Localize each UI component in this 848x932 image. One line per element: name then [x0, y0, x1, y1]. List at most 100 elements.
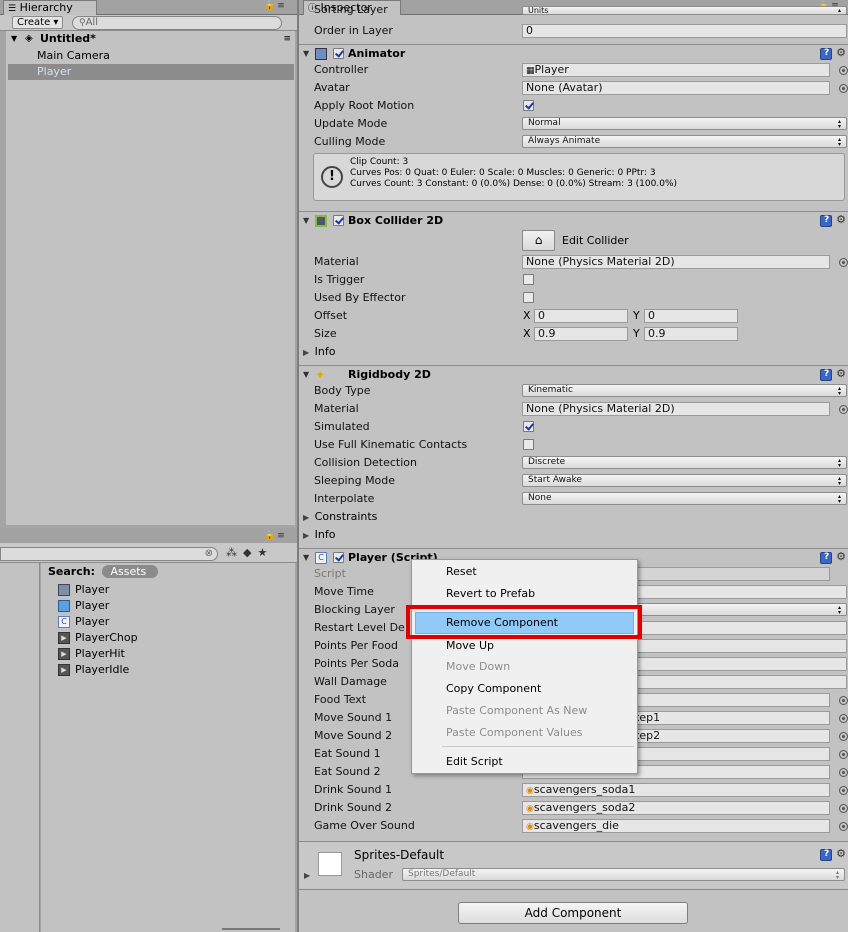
help-icon[interactable]	[820, 215, 832, 227]
body-type-dropdown[interactable]: Kinematic	[522, 384, 847, 397]
drink-sound-2-field[interactable]: ◉scavengers_soda2	[522, 801, 830, 815]
edit-collider-button[interactable]: ⌂	[522, 230, 555, 251]
offset-x-field[interactable]: 0	[534, 309, 628, 323]
box-collider-title: Box Collider 2D	[348, 214, 444, 227]
collision-detection-dropdown[interactable]: Discrete	[522, 456, 847, 469]
filter-label-icon[interactable]: ◆	[243, 546, 257, 559]
rigidbody-info-foldout[interactable]: ▶ Info	[303, 526, 335, 545]
asset-playerhit-clip[interactable]: ▶ PlayerHit	[58, 646, 125, 662]
gear-icon[interactable]: ⚙	[836, 213, 846, 226]
gear-icon[interactable]: ⚙	[836, 367, 846, 380]
fold-right-icon[interactable]: ▶	[304, 871, 310, 880]
menu-item-revert-to-prefab[interactable]: Revert to Prefab	[446, 586, 535, 602]
full-kinematic-checkbox[interactable]	[523, 439, 534, 450]
asset-player-prefab[interactable]: Player	[58, 598, 109, 614]
eat-sound-2-label: Eat Sound 2	[314, 765, 381, 778]
object-picker-icon[interactable]	[839, 84, 848, 93]
controller-field[interactable]: ▦Player	[522, 63, 830, 77]
tab-hierarchy[interactable]: ☰ Hierarchy	[3, 0, 97, 15]
update-mode-dropdown[interactable]: Normal	[522, 117, 847, 130]
gear-icon[interactable]: ⚙	[836, 847, 846, 860]
fold-down-icon[interactable]: ▼	[11, 31, 17, 47]
clear-search-icon[interactable]: ⊗	[205, 548, 213, 560]
material-name: Sprites-Default	[354, 848, 445, 862]
drink-sound-1-field[interactable]: ◉scavengers_soda1	[522, 783, 830, 797]
hierarchy-item-main-camera[interactable]: Main Camera	[8, 48, 294, 64]
hierarchy-search-input[interactable]: ⚲All	[72, 16, 282, 30]
project-filter-icons[interactable]: ⁂◆★	[226, 546, 273, 559]
animator-header[interactable]: ▼ Animator ⚙	[299, 44, 848, 62]
object-picker-icon[interactable]	[839, 405, 848, 414]
scene-row[interactable]: ▼ ◈ Untitled* ≡	[8, 31, 294, 47]
fold-down-icon[interactable]: ▼	[303, 549, 309, 567]
rb-material-field[interactable]: None (Physics Material 2D)	[522, 402, 830, 416]
asset-player-script[interactable]: C Player	[58, 614, 109, 630]
offset-y-field[interactable]: 0	[644, 309, 738, 323]
object-picker-icon[interactable]	[839, 822, 848, 831]
help-icon[interactable]	[820, 369, 832, 381]
help-icon[interactable]	[820, 48, 832, 60]
fold-right-icon: ▶	[303, 531, 310, 540]
create-button[interactable]: Create ▾	[12, 16, 64, 29]
object-picker-icon[interactable]	[839, 696, 848, 705]
menu-item-move-up[interactable]: Move Up	[446, 638, 494, 654]
scene-menu-icon[interactable]: ≡	[283, 31, 291, 47]
menu-item-copy-component[interactable]: Copy Component	[446, 681, 541, 697]
player-script-enabled-checkbox[interactable]	[333, 552, 344, 563]
object-picker-icon[interactable]	[839, 258, 848, 267]
add-component-button[interactable]: Add Component	[458, 902, 688, 924]
constraints-foldout[interactable]: ▶ Constraints	[303, 508, 377, 527]
fold-down-icon[interactable]: ▼	[303, 366, 309, 384]
used-by-effector-checkbox[interactable]	[523, 292, 534, 303]
interpolate-label: Interpolate	[314, 492, 375, 505]
zoom-slider[interactable]	[222, 928, 280, 930]
project-folder-tree	[0, 563, 40, 932]
help-icon[interactable]	[820, 552, 832, 564]
order-in-layer-field[interactable]: 0	[522, 24, 847, 38]
fold-down-icon[interactable]: ▼	[303, 45, 309, 63]
sleeping-mode-dropdown[interactable]: Start Awake	[522, 474, 847, 487]
assets-scope-chip[interactable]: Assets	[102, 565, 159, 578]
gear-icon[interactable]: ⚙	[836, 550, 846, 563]
object-picker-icon[interactable]	[839, 66, 848, 75]
shader-dropdown[interactable]: Sprites/Default	[402, 868, 845, 881]
favorite-star-icon[interactable]: ★	[257, 546, 273, 559]
size-x-field[interactable]: 0.9	[534, 327, 628, 341]
asset-playerchop-clip[interactable]: ▶ PlayerChop	[58, 630, 138, 646]
order-in-layer-label: Order in Layer	[314, 24, 393, 37]
project-search-input[interactable]: ⊗	[0, 547, 218, 561]
fold-down-icon[interactable]: ▼	[303, 212, 309, 230]
simulated-checkbox[interactable]	[523, 421, 534, 432]
project-lock-menu-icon[interactable]: 🔒≡	[264, 531, 287, 541]
culling-mode-dropdown[interactable]: Always Animate	[522, 135, 847, 148]
object-picker-icon[interactable]	[839, 804, 848, 813]
object-picker-icon[interactable]	[839, 786, 848, 795]
interpolate-dropdown[interactable]: None	[522, 492, 847, 505]
object-picker-icon[interactable]	[839, 714, 848, 723]
sorting-layer-dropdown[interactable]: Units	[522, 6, 847, 15]
is-trigger-checkbox[interactable]	[523, 274, 534, 285]
asset-player-controller[interactable]: Player	[58, 582, 109, 598]
menu-item-reset[interactable]: Reset	[446, 564, 477, 580]
hierarchy-item-player[interactable]: Player	[8, 64, 294, 80]
object-picker-icon[interactable]	[839, 750, 848, 759]
gear-icon[interactable]: ⚙	[836, 46, 846, 59]
box-collider-enabled-checkbox[interactable]	[333, 215, 344, 226]
rigidbody-header[interactable]: ▼ ✦ Rigidbody 2D ⚙	[299, 365, 848, 383]
avatar-field[interactable]: None (Avatar)	[522, 81, 830, 95]
box-collider-info-foldout[interactable]: ▶ Info	[303, 343, 335, 362]
game-over-sound-field[interactable]: ◉scavengers_die	[522, 819, 830, 833]
apply-root-motion-checkbox[interactable]	[523, 100, 534, 111]
asset-playeridle-clip[interactable]: ▶ PlayerIdle	[58, 662, 129, 678]
help-icon[interactable]	[820, 849, 832, 861]
menu-item-edit-script[interactable]: Edit Script	[446, 754, 503, 770]
collider-material-field[interactable]: None (Physics Material 2D)	[522, 255, 830, 269]
object-picker-icon[interactable]	[839, 732, 848, 741]
game-over-sound-value: scavengers_die	[533, 819, 619, 832]
animator-enabled-checkbox[interactable]	[333, 48, 344, 59]
size-y-field[interactable]: 0.9	[644, 327, 738, 341]
filter-type-icon[interactable]: ⁂	[226, 546, 243, 559]
box-collider-header[interactable]: ▼ Box Collider 2D ⚙	[299, 211, 848, 229]
object-picker-icon[interactable]	[839, 768, 848, 777]
hierarchy-lock-menu-icon[interactable]: 🔒≡	[264, 1, 287, 11]
